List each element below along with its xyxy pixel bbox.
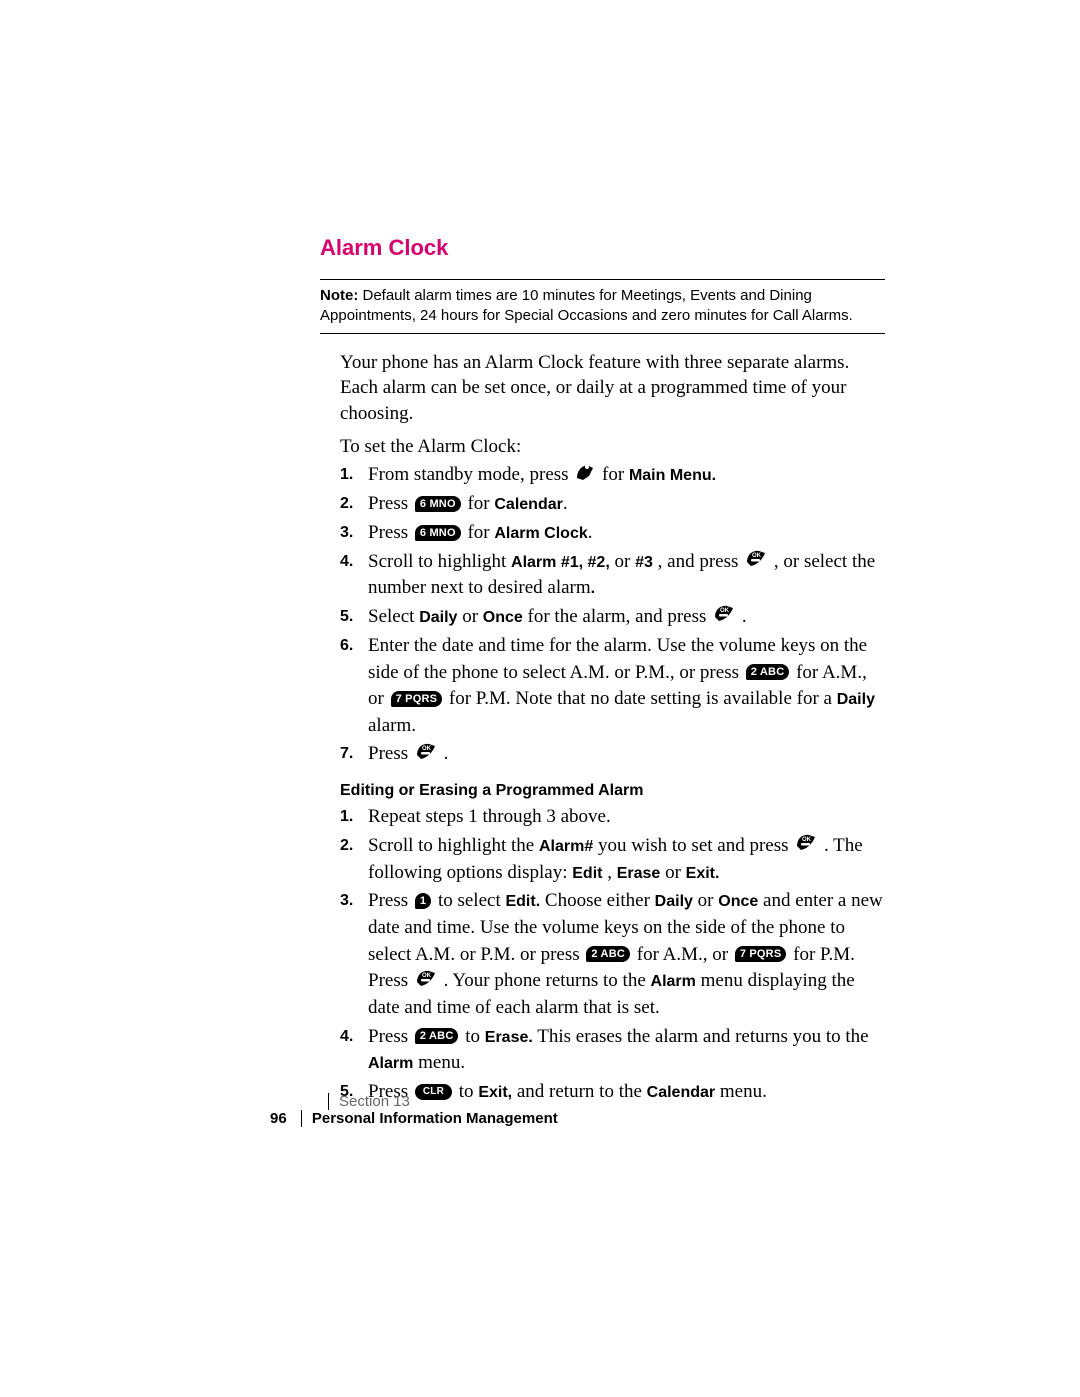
step-number: 1. <box>340 462 368 489</box>
edit-step-3: 3. Press 1 to select Edit. Choose either… <box>340 888 885 1021</box>
step-number: 5. <box>340 604 368 631</box>
key-2-icon: 2 ABC <box>746 664 790 680</box>
edit-step-1: 1. Repeat steps 1 through 3 above. <box>340 804 885 831</box>
key-7-icon: 7 PQRS <box>391 691 443 707</box>
ok-key-icon <box>415 741 437 768</box>
manual-page: Alarm Clock Note: Default alarm times ar… <box>0 0 1080 1397</box>
edit-step-4: 4. Press 2 ABC to Erase. This erases the… <box>340 1024 885 1077</box>
note-block: Note: Default alarm times are 10 minutes… <box>320 279 885 334</box>
step-3: 3. Press 6 MNO for Alarm Clock. <box>340 520 885 547</box>
page-number: 96 <box>270 1110 287 1127</box>
lead-sentence: To set the Alarm Clock: <box>320 436 885 458</box>
key-7-icon: 7 PQRS <box>735 946 787 962</box>
section-heading: Alarm Clock <box>320 235 885 261</box>
section-label: Section 13 <box>328 1093 410 1110</box>
chapter-title: Personal Information Management <box>301 1110 558 1127</box>
ok-key-icon <box>713 603 735 630</box>
step-7: 7. Press . <box>340 741 885 768</box>
step-number: 3. <box>340 520 368 547</box>
key-1-icon: 1 <box>415 893 431 909</box>
calendar-label: Calendar <box>494 496 562 513</box>
ok-key-icon <box>795 832 817 859</box>
edit-erase-steps: 1. Repeat steps 1 through 3 above. 2. Sc… <box>320 804 885 1105</box>
step-2: 2. Press 6 MNO for Calendar. <box>340 491 885 518</box>
key-2-icon: 2 ABC <box>586 946 630 962</box>
step-number: 2. <box>340 833 368 887</box>
step-number: 4. <box>340 549 368 603</box>
key-6-icon: 6 MNO <box>415 496 461 512</box>
setup-steps: 1. From standby mode, press for Main Men… <box>320 462 885 768</box>
step-6: 6. Enter the date and time for the alarm… <box>340 633 885 739</box>
intro-paragraph: Your phone has an Alarm Clock feature wi… <box>320 350 885 427</box>
edit-step-2: 2. Scroll to highlight the Alarm# you wi… <box>340 833 885 887</box>
page-footer: Section 13 96 Personal Information Manag… <box>270 1093 558 1127</box>
step-1: 1. From standby mode, press for Main Men… <box>340 462 885 489</box>
step-number: 7. <box>340 741 368 768</box>
note-label: Note: <box>320 287 358 304</box>
ok-key-icon <box>415 968 437 995</box>
step-4: 4. Scroll to highlight Alarm #1, #2, or … <box>340 549 885 603</box>
step-number: 2. <box>340 491 368 518</box>
step-number: 6. <box>340 633 368 739</box>
step-5: 5. Select Daily or Once for the alarm, a… <box>340 604 885 631</box>
main-menu-label: Main Menu. <box>629 467 716 484</box>
alarm-clock-label: Alarm Clock <box>494 525 587 542</box>
key-6-icon: 6 MNO <box>415 525 461 541</box>
step-number: 1. <box>340 804 368 831</box>
step-number: 3. <box>340 888 368 1021</box>
subheading: Editing or Erasing a Programmed Alarm <box>340 782 885 800</box>
note-text: Default alarm times are 10 minutes for M… <box>320 287 853 324</box>
key-2-icon: 2 ABC <box>415 1028 459 1044</box>
step-number: 4. <box>340 1024 368 1077</box>
menu-key-icon <box>575 462 595 489</box>
ok-key-icon <box>745 548 767 575</box>
